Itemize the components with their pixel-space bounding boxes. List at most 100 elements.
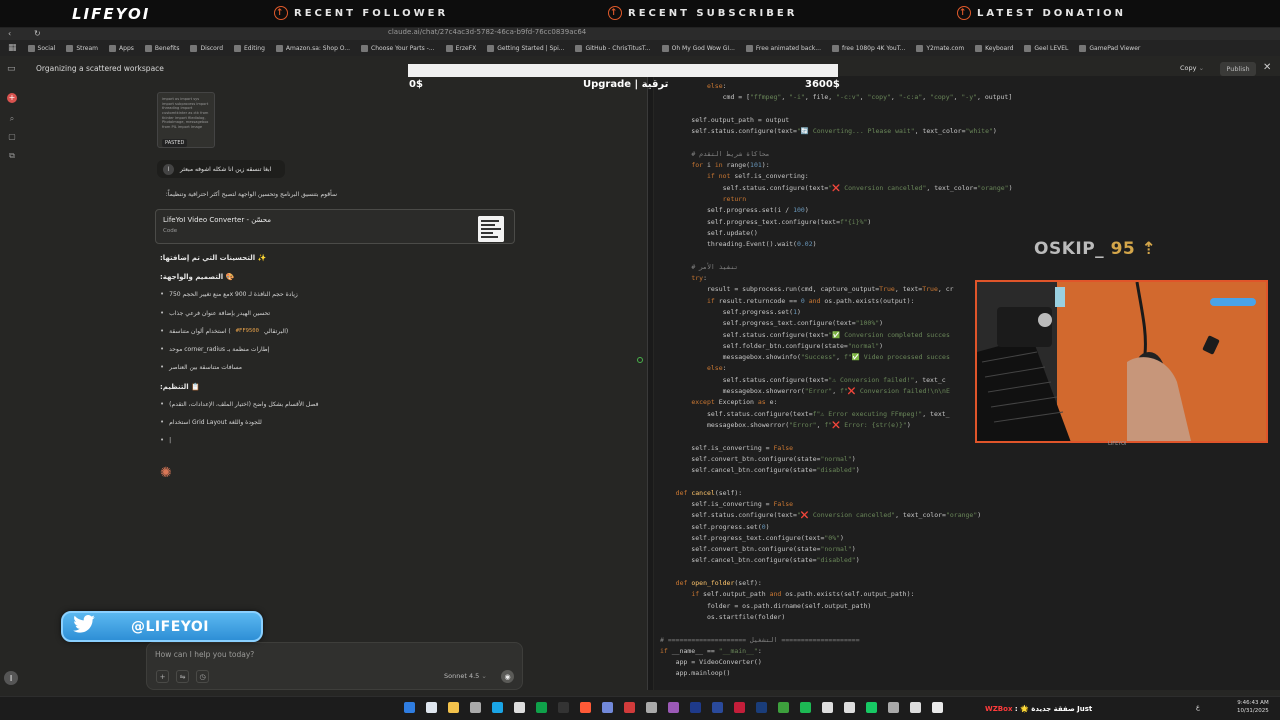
skip-counter: OSKIP_ 95 ⇡ (1034, 239, 1157, 259)
new-chat-icon[interactable]: + (7, 93, 17, 103)
explorer-icon[interactable] (448, 702, 459, 713)
webcam-image (977, 282, 1266, 441)
code-line: self.progress_text.configure(text=f"{i}%… (660, 217, 872, 226)
gear-icon[interactable] (888, 702, 899, 713)
tool-icon[interactable] (910, 702, 921, 713)
artifact-type: Code (163, 228, 178, 234)
address-bar[interactable] (0, 28, 1280, 40)
spotify-icon[interactable] (800, 702, 811, 713)
bookmark-icon (445, 44, 453, 52)
model-selector[interactable]: Sonnet 4.5 ⌄ (444, 672, 487, 680)
cheat-icon[interactable] (866, 702, 877, 713)
artifact-title[interactable]: LifeYoI Video Converter - محسّن (163, 216, 271, 224)
bookmark-item[interactable]: Oh My God Wow GI... (661, 44, 735, 52)
ps-icon[interactable] (756, 702, 767, 713)
pasted-tag: PASTED (162, 139, 188, 147)
bookmark-item[interactable]: Keyboard (975, 44, 1013, 52)
steam-icon[interactable] (492, 702, 503, 713)
code-line: if not self.is_converting: (706, 172, 809, 181)
notes-icon[interactable] (932, 702, 943, 713)
back-icon[interactable]: ‹ (8, 29, 11, 38)
bookmark-item[interactable]: ErzeFX (445, 44, 476, 52)
opera-icon[interactable] (624, 702, 635, 713)
bookmark-item[interactable]: Geel LEVEL (1024, 44, 1068, 52)
code-line: # ==================== التشغيل =========… (660, 635, 860, 644)
terminal-icon[interactable] (558, 702, 569, 713)
code-line: self.cancel_btn.configure(state="disable… (660, 466, 860, 475)
bookmark-item[interactable]: Stream (66, 44, 98, 52)
sidebar-toggle-icon[interactable]: ▭ (7, 64, 16, 74)
bookmark-item[interactable]: Amazon.sa: Shop O... (275, 44, 350, 52)
bookmark-item[interactable]: Social (27, 44, 55, 52)
twitch-icon[interactable] (668, 702, 679, 713)
code-line: folder = os.path.dirname(self.output_pat… (660, 601, 872, 610)
code-line: except Exception as e: (691, 398, 778, 407)
panel-divider[interactable] (647, 70, 653, 690)
add-attachment-button[interactable]: + (156, 670, 169, 683)
code-line: self.progress.set(0) (660, 522, 770, 531)
start-icon[interactable] (404, 702, 415, 713)
store-icon[interactable] (514, 702, 525, 713)
close-icon[interactable]: ✕ (1263, 62, 1271, 73)
bookmark-item[interactable]: Getting Started | Spi... (487, 44, 564, 52)
copy-button[interactable]: Copy ⌄ (1180, 64, 1204, 72)
tools-icon[interactable]: ⇋ (176, 670, 189, 683)
adobe-icon[interactable] (734, 702, 745, 713)
subscriber-icon: ↑ (608, 6, 622, 20)
projects-icon[interactable]: ⧉ (7, 151, 17, 161)
url-text[interactable]: claude.ai/chat/27c4ac3d-5782-46ca-b9fd-7… (388, 28, 586, 36)
photoshop-icon[interactable] (712, 702, 723, 713)
artifact-thumbnail[interactable] (478, 216, 504, 242)
clock[interactable]: 9:46:43 AM 10/31/2025 (1237, 699, 1269, 715)
obs-icon[interactable] (822, 702, 833, 713)
refresh-icon[interactable] (844, 702, 855, 713)
apps-grid-icon[interactable]: ▦ (8, 43, 17, 53)
bookmark-item[interactable]: Editing (234, 44, 265, 52)
app-icon[interactable] (778, 702, 789, 713)
account-avatar[interactable]: I (4, 671, 18, 685)
bookmark-item[interactable]: Free animated back... (745, 44, 821, 52)
bookmark-item[interactable]: free 1080p 4K YouT... (831, 44, 905, 52)
brave-icon[interactable] (580, 702, 591, 713)
camera-icon[interactable] (646, 702, 657, 713)
code-line: if __name__ == "__main__": (660, 646, 762, 655)
chevron-down-icon: ⌄ (481, 672, 487, 680)
search-icon[interactable] (426, 702, 437, 713)
code-line: def cancel(self): (675, 488, 743, 497)
arrow-up-icon: ⇡ (1141, 239, 1157, 259)
code-line: messagebox.showerror("Error", f"❌ Error:… (660, 420, 911, 429)
publish-button[interactable]: Publish (1220, 62, 1256, 76)
list-item: • فصل الأقسام بشكل واضح (اختيار الملف، ال… (160, 400, 319, 408)
code-line: self.output_path = output (660, 115, 790, 124)
bookmark-item[interactable]: Y2mate.com (916, 44, 964, 52)
bookmark-icon (27, 44, 35, 52)
bookmark-item[interactable]: GamePad Viewer (1079, 44, 1140, 52)
settings-icon[interactable] (470, 702, 481, 713)
news-widget[interactable]: WZBox : 🌟 صفقة جديدة Just (985, 705, 1092, 713)
history-icon[interactable]: ◷ (196, 670, 209, 683)
list-item: • | (160, 436, 172, 444)
message-input[interactable]: How can I help you today? (155, 650, 254, 659)
input-language[interactable]: ع (1196, 703, 1200, 711)
discord-icon[interactable] (602, 702, 613, 713)
code-view[interactable]: else: cmd = ["ffmpeg", "-i", file, "-c:v… (660, 81, 1013, 680)
latest-donation: ↑ LATEST DONATION (957, 6, 1127, 20)
bookmark-item[interactable]: Benefits (144, 44, 179, 52)
code-line: cmd = ["ffmpeg", "-i", file, "-c:v", "co… (660, 93, 1013, 102)
bookmark-icon (1024, 44, 1032, 52)
bookmark-item[interactable]: GitHub - ChrisTitusT... (575, 44, 651, 52)
bookmark-item[interactable]: Apps (109, 44, 134, 52)
chats-icon[interactable]: ▢ (7, 132, 17, 142)
bookmark-item[interactable]: Choose Your Parts -... (361, 44, 435, 52)
chevron-down-icon[interactable]: ⌄ (1199, 64, 1204, 72)
send-button[interactable]: ◉ (501, 670, 514, 683)
bookmark-item[interactable]: Discord (190, 44, 223, 52)
xbox-icon[interactable] (536, 702, 547, 713)
chat-title[interactable]: Organizing a scattered workspace (36, 64, 164, 73)
reload-icon[interactable]: ↻ (34, 29, 41, 38)
search-icon[interactable]: ⌕ (7, 114, 17, 124)
premiere-icon[interactable] (690, 702, 701, 713)
artifact-card[interactable] (155, 209, 515, 244)
